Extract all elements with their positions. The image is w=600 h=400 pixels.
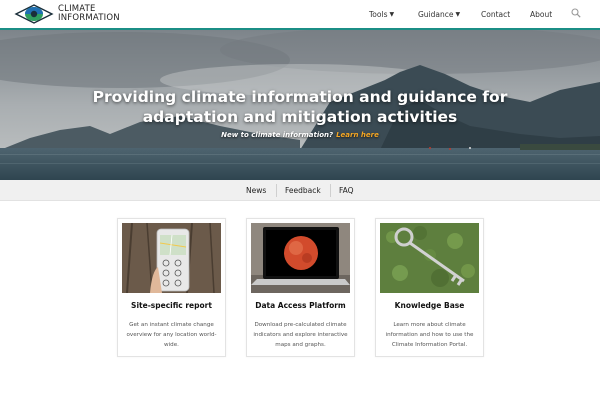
hero-title-line2: adaptation and mitigation activities [142, 107, 458, 126]
card-image-phone [122, 223, 221, 293]
card-site-specific-report[interactable]: Site-specific report Get an instant clim… [117, 218, 226, 357]
search-icon[interactable] [571, 8, 581, 18]
card-title: Knowledge Base [394, 301, 465, 310]
subnav-news[interactable]: News [246, 180, 266, 201]
subnav-feedback[interactable]: Feedback [285, 180, 321, 201]
key-on-grass-image [380, 223, 479, 293]
card-description: Get an instant climate change overview f… [126, 322, 217, 348]
card-title: Site-specific report [131, 301, 212, 310]
secondary-nav: News Feedback FAQ [0, 180, 600, 201]
phone-map-image [122, 223, 221, 293]
card-description: Learn more about climate information and… [385, 322, 474, 348]
nav-contact-label: Contact [481, 9, 511, 19]
nav-tools[interactable]: Tools ▼ [369, 0, 394, 28]
subnav-faq[interactable]: FAQ [339, 180, 354, 201]
card-knowledge-base[interactable]: Knowledge Base Learn more about climate … [375, 218, 484, 357]
hero-title: Providing climate information and guidan… [0, 88, 600, 127]
chevron-down-icon: ▼ [455, 10, 461, 18]
learn-here-link[interactable]: Learn here [336, 131, 379, 139]
chevron-down-icon: ▼ [389, 10, 395, 18]
logo-text: CLIMATE INFORMATION [58, 5, 120, 23]
logo-eye-icon [14, 4, 54, 24]
hero-subtitle-prefix: New to climate information? [221, 131, 334, 139]
subnav-divider [330, 184, 331, 197]
nav-contact[interactable]: Contact [481, 0, 510, 28]
site-logo[interactable]: CLIMATE INFORMATION [14, 3, 124, 25]
laptop-globe-image [251, 223, 350, 293]
logo-line2: INFORMATION [58, 13, 120, 23]
nav-guidance-label: Guidance [418, 9, 454, 19]
hero-title-line1: Providing climate information and guidan… [92, 88, 508, 106]
card-image-laptop [251, 223, 350, 293]
site-header: CLIMATE INFORMATION Tools ▼ Guidance ▼ C… [0, 0, 600, 28]
card-data-access-platform[interactable]: Data Access Platform Download pre-calcul… [246, 218, 355, 357]
hero-subtitle: New to climate information? Learn here [0, 131, 600, 139]
card-image-key [380, 223, 479, 293]
nav-about-label: About [530, 9, 553, 19]
card-title: Data Access Platform [255, 301, 346, 310]
subnav-divider [276, 184, 277, 197]
nav-tools-label: Tools [369, 9, 388, 19]
card-description: Download pre-calculated climate indicato… [253, 322, 348, 348]
nav-guidance[interactable]: Guidance ▼ [418, 0, 460, 28]
nav-about[interactable]: About [530, 0, 552, 28]
hero-banner: Providing climate information and guidan… [0, 30, 600, 180]
